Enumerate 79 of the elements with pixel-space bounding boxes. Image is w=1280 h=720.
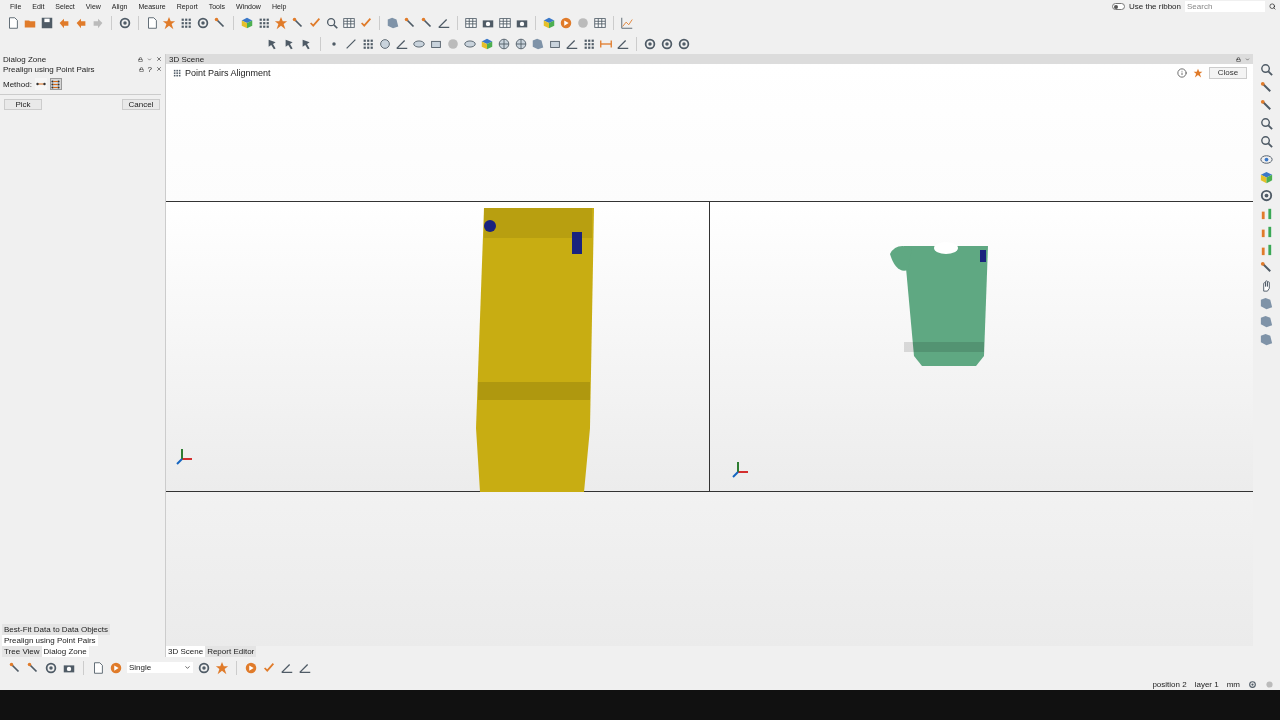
pin-icon[interactable]	[213, 15, 227, 30]
table-icon[interactable]	[342, 15, 356, 30]
lock-icon[interactable]	[138, 56, 143, 62]
star-icon[interactable]	[274, 15, 288, 30]
sphere-icon[interactable]	[514, 36, 528, 51]
scene-title: 3D Scene	[169, 54, 205, 64]
search-icon[interactable]	[1269, 3, 1276, 10]
pin-icon[interactable]	[403, 15, 417, 30]
point-pairs-list-icon	[51, 79, 61, 89]
star-icon[interactable]	[1193, 67, 1203, 78]
panel-title: Prealign using Point Pairs	[3, 64, 95, 74]
cube-icon[interactable]	[1259, 170, 1274, 185]
cube-icon[interactable]	[480, 36, 494, 51]
bar-chart-icon[interactable]	[1259, 206, 1274, 221]
view-heading: Point Pairs Alignment	[185, 67, 271, 78]
ribbon-label: Use the ribbon	[1128, 2, 1181, 11]
status-item[interactable]: mm	[1226, 679, 1240, 689]
axis-triad-drawing	[732, 460, 750, 478]
dialog-button[interactable]: Pick	[4, 99, 42, 110]
close-icon[interactable]	[156, 66, 162, 72]
pin-icon[interactable]	[26, 660, 40, 675]
magnifier-icon[interactable]	[1259, 62, 1274, 77]
page-icon[interactable]	[145, 15, 159, 30]
lock-icon[interactable]	[1236, 56, 1241, 62]
magnifier-icon[interactable]	[1259, 116, 1274, 131]
close-button[interactable]: Close	[1209, 66, 1247, 79]
tab[interactable]: Dialog Zone	[41, 646, 89, 657]
cube-icon[interactable]	[240, 15, 254, 30]
tab[interactable]: Best-Fit Data to Data Objects	[2, 624, 111, 635]
page-icon[interactable]	[6, 15, 20, 30]
grid-icon[interactable]	[172, 67, 182, 78]
axis-triad-drawing	[176, 447, 194, 465]
sphere-icon[interactable]	[497, 36, 511, 51]
ribbon-toggle[interactable]	[1111, 3, 1125, 10]
tab[interactable]: Prealign using Point Pairs	[2, 635, 98, 646]
dropdown-icon[interactable]	[184, 664, 191, 671]
circle-icon[interactable]	[378, 36, 392, 51]
dialog-button[interactable]: Cancel	[122, 99, 160, 110]
table-icon[interactable]	[498, 15, 512, 30]
search-field[interactable]: Search	[1185, 1, 1265, 12]
check-icon[interactable]	[359, 15, 373, 30]
tab[interactable]: 3D Scene	[166, 646, 206, 657]
play-icon[interactable]	[109, 660, 123, 675]
page-icon[interactable]	[91, 660, 105, 675]
star-icon[interactable]	[215, 660, 229, 675]
panel-title: Dialog Zone	[3, 54, 47, 64]
bar-chart-icon[interactable]	[1259, 224, 1274, 239]
pin-icon[interactable]	[8, 660, 22, 675]
check-icon[interactable]	[262, 660, 276, 675]
bar-chart-icon[interactable]	[1259, 242, 1274, 257]
pin-icon[interactable]	[1259, 260, 1274, 275]
help-mark[interactable]: ?	[147, 64, 152, 74]
pin-icon[interactable]	[1259, 98, 1274, 113]
lock-icon[interactable]	[138, 66, 144, 72]
tab[interactable]: Tree View	[2, 646, 42, 657]
chart-icon[interactable]	[620, 15, 634, 30]
method-button[interactable]	[49, 78, 62, 90]
method-label: Method:	[3, 79, 32, 89]
tab[interactable]: Report Editor	[205, 646, 257, 657]
play-icon[interactable]	[559, 15, 573, 30]
point-pair-icon	[35, 81, 46, 87]
check-icon[interactable]	[308, 15, 322, 30]
star-icon[interactable]	[162, 15, 176, 30]
eye-icon[interactable]	[1259, 152, 1274, 167]
mode-select[interactable]: Single	[127, 662, 193, 673]
pin-icon[interactable]	[1259, 80, 1274, 95]
table-icon[interactable]	[593, 15, 607, 30]
pin-icon[interactable]	[291, 15, 305, 30]
magnifier-icon[interactable]	[325, 15, 339, 30]
close-icon[interactable]	[156, 56, 162, 62]
table-icon[interactable]	[464, 15, 478, 30]
info-icon[interactable]	[1177, 67, 1187, 78]
cube-icon[interactable]	[542, 15, 556, 30]
status-item[interactable]: layer 1	[1194, 679, 1219, 689]
pin-icon[interactable]	[420, 15, 434, 30]
magnifier-icon[interactable]	[1259, 134, 1274, 149]
method-button[interactable]	[34, 78, 47, 90]
status-item[interactable]: position 2	[1152, 679, 1187, 689]
play-icon[interactable]	[244, 660, 258, 675]
